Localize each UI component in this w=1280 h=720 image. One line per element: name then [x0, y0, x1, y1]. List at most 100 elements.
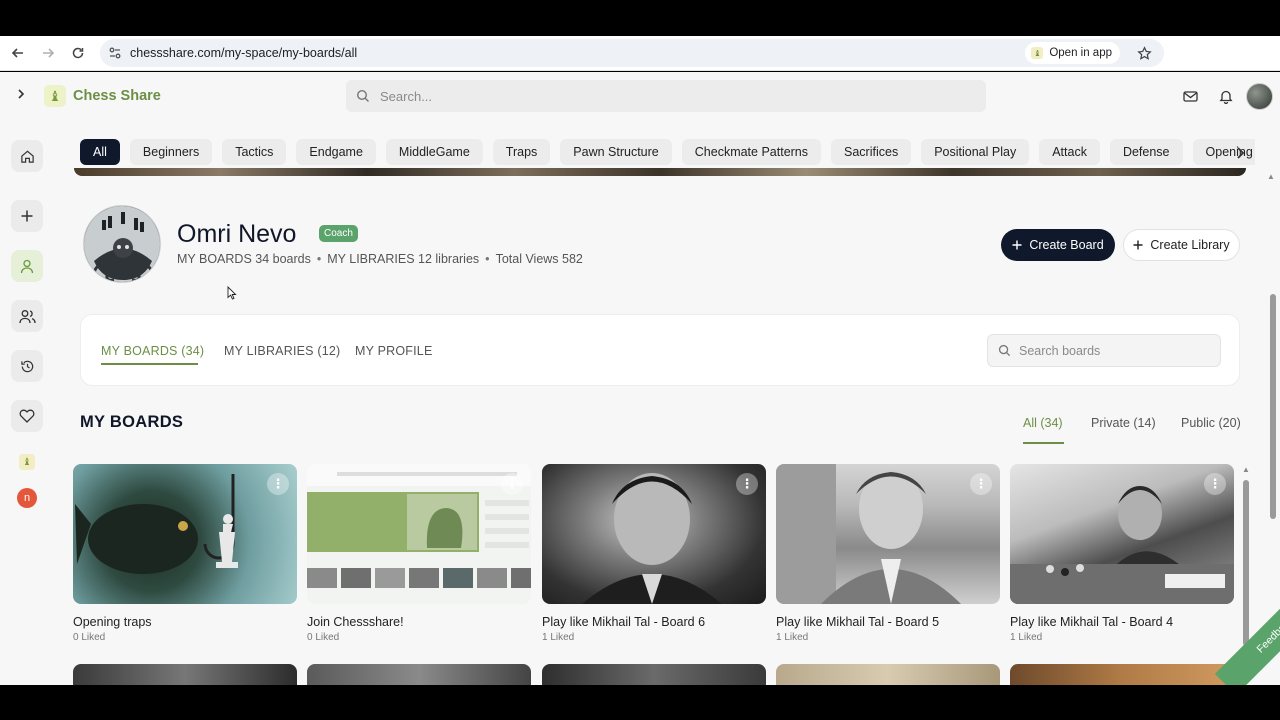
brand[interactable]: ♝ Chess Share [44, 85, 161, 107]
user-avatar[interactable] [1246, 83, 1273, 110]
board-thumbnail[interactable]: ⋮ [776, 464, 1000, 604]
board-thumbnail[interactable] [307, 664, 531, 685]
board-likes: 0 Liked [73, 632, 106, 643]
board-title[interactable]: Join Chessshare! [307, 615, 531, 629]
kebab-menu-icon[interactable]: ⋮ [970, 473, 992, 495]
filter-all[interactable]: All (34) [1023, 416, 1063, 430]
plus-icon [1133, 240, 1143, 250]
create-board-label: Create Board [1029, 238, 1104, 252]
kebab-menu-icon[interactable]: ⋮ [267, 473, 289, 495]
board-thumbnail[interactable]: ⋮ [307, 464, 531, 604]
account-avatar[interactable]: n [17, 488, 37, 508]
profile-stats: MY BOARDS 34 boards • MY LIBRARIES 12 li… [177, 252, 583, 266]
board-thumbnail[interactable] [776, 664, 1000, 685]
create-board-button[interactable]: Create Board [1001, 229, 1115, 261]
chip-endgame[interactable]: Endgame [296, 139, 376, 165]
app-header: ♝ Chess Share [0, 72, 1280, 120]
board-card[interactable]: ⋮ Join Chessshare! 0 Liked [307, 464, 531, 643]
board-thumbnail[interactable] [1010, 664, 1234, 685]
history-icon[interactable] [11, 350, 43, 382]
mail-icon[interactable] [1181, 87, 1199, 105]
chip-positional-play[interactable]: Positional Play [921, 139, 1030, 165]
create-library-button[interactable]: Create Library [1123, 229, 1240, 261]
chevron-right-icon[interactable] [16, 88, 30, 104]
board-card[interactable]: ⋮ Play like Mikhail Tal - Board 6 1 Like… [542, 464, 766, 643]
video-letterbox-bottom [0, 685, 1280, 720]
forward-arrow-icon[interactable] [33, 38, 63, 68]
browser-toolbar: chessshare.com/my-space/my-boards/all ♝ … [0, 36, 1280, 99]
chip-tactics[interactable]: Tactics [222, 139, 287, 165]
tab-my-profile[interactable]: MY PROFILE [355, 344, 432, 358]
chessshare-page: ♝ Chess Share Search... ♝ n All Beginner… [0, 72, 1280, 685]
kebab-menu-icon[interactable]: ⋮ [501, 473, 523, 495]
chevron-right-icon[interactable] [1230, 142, 1250, 164]
active-filter-indicator [1023, 442, 1064, 444]
filter-private[interactable]: Private (14) [1091, 416, 1156, 430]
board-title[interactable]: Play like Mikhail Tal - Board 4 [1010, 615, 1234, 629]
chip-middlegame[interactable]: MiddleGame [385, 139, 483, 165]
page-scrollbar[interactable] [1270, 294, 1276, 519]
board-likes: 1 Liked [776, 632, 809, 643]
global-search-input[interactable] [380, 88, 940, 104]
chip-defense[interactable]: Defense [1109, 139, 1183, 165]
chessshare-logo-icon[interactable]: ♝ [19, 454, 35, 470]
chip-sacrifices[interactable]: Sacrifices [831, 139, 912, 165]
mouse-cursor-icon [227, 286, 237, 300]
board-thumbnail[interactable]: ⋮ [73, 464, 297, 604]
board-thumbnail[interactable] [542, 664, 766, 685]
profile-tabs-card: MY BOARDS (34) MY LIBRARIES (12) MY PROF… [80, 314, 1240, 386]
scroll-up-arrow-icon[interactable]: ▲ [1242, 465, 1250, 474]
tab-my-boards[interactable]: MY BOARDS (34) [101, 344, 204, 358]
board-likes: 1 Liked [542, 632, 575, 643]
kebab-menu-icon[interactable]: ⋮ [1204, 473, 1226, 495]
bookmark-star-icon[interactable] [1134, 43, 1154, 63]
search-boards[interactable] [987, 334, 1221, 367]
kebab-menu-icon[interactable]: ⋮ [736, 473, 758, 495]
board-card[interactable]: ⋮ Opening traps 0 Liked [73, 464, 297, 643]
create-library-label: Create Library [1150, 238, 1230, 252]
board-card[interactable]: ⋮ Play like Mikhail Tal - Board 5 1 Like… [776, 464, 1000, 643]
board-thumbnail[interactable]: ⋮ [542, 464, 766, 604]
back-arrow-icon[interactable] [3, 38, 33, 68]
chessshare-logo-icon: ♝ [44, 85, 66, 107]
separator-dot: • [316, 252, 322, 266]
tab-my-libraries[interactable]: MY LIBRARIES (12) [224, 344, 340, 358]
user-icon[interactable] [11, 250, 43, 282]
scroll-up-arrow-icon[interactable]: ▲ [1267, 172, 1277, 182]
board-title[interactable]: Play like Mikhail Tal - Board 5 [776, 615, 1000, 629]
chip-beginners[interactable]: Beginners [129, 139, 213, 165]
boards-stat[interactable]: MY BOARDS 34 boards [177, 252, 311, 266]
board-card[interactable]: ⋮ Play like Mikhail Tal - Board 4 1 Like… [1010, 464, 1234, 643]
board-title[interactable]: Opening traps [73, 615, 297, 629]
address-bar[interactable]: chessshare.com/my-space/my-boards/all ♝ … [100, 39, 1164, 67]
board-thumbnail[interactable]: ⋮ [1010, 464, 1234, 604]
plus-icon[interactable] [11, 200, 43, 232]
chip-checkmate-patterns[interactable]: Checkmate Patterns [681, 139, 822, 165]
board-likes: 0 Liked [307, 632, 340, 643]
chip-traps[interactable]: Traps [492, 139, 551, 165]
chip-all[interactable]: All [80, 139, 120, 165]
section-title: MY BOARDS [80, 413, 184, 431]
home-icon[interactable] [11, 140, 43, 172]
users-icon[interactable] [11, 300, 43, 332]
global-search[interactable] [346, 80, 986, 112]
libraries-stat[interactable]: MY LIBRARIES 12 libraries [327, 252, 479, 266]
url-text[interactable]: chessshare.com/my-space/my-boards/all [130, 46, 357, 60]
chessshare-logo-icon: ♝ [1031, 47, 1044, 59]
bell-icon[interactable] [1217, 87, 1235, 105]
search-boards-input[interactable] [1019, 343, 1209, 358]
video-letterbox-top [0, 0, 1280, 36]
plus-icon [1012, 240, 1022, 250]
reload-icon[interactable] [63, 38, 93, 68]
profile-avatar [83, 205, 161, 283]
heart-icon[interactable] [11, 400, 43, 432]
boards-scrollbar[interactable] [1243, 480, 1249, 646]
site-settings-icon[interactable] [100, 46, 130, 60]
chip-attack[interactable]: Attack [1039, 139, 1100, 165]
cover-image [74, 168, 1246, 176]
chip-pawn-structure[interactable]: Pawn Structure [560, 139, 672, 165]
board-title[interactable]: Play like Mikhail Tal - Board 6 [542, 615, 766, 629]
open-in-app-button[interactable]: ♝ Open in app [1025, 42, 1120, 64]
board-thumbnail[interactable] [73, 664, 297, 685]
filter-public[interactable]: Public (20) [1181, 416, 1241, 430]
